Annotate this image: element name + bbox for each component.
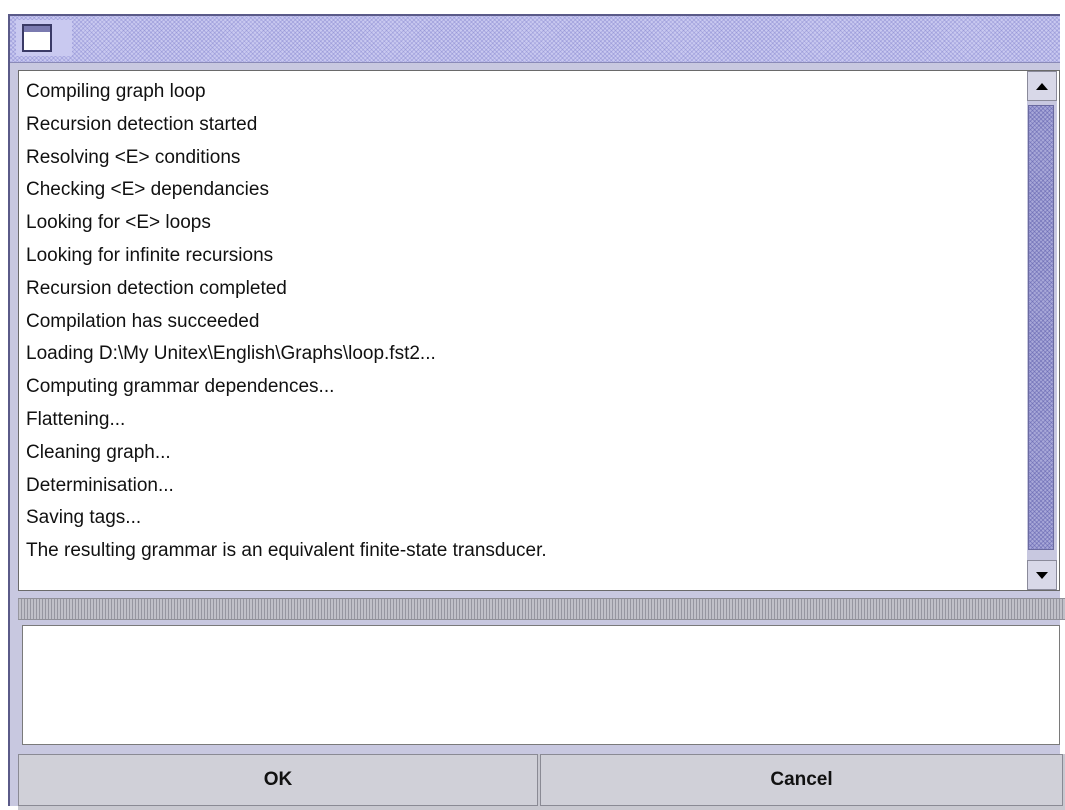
- log-line: Looking for <E> loops: [26, 212, 211, 234]
- arrow-down-icon: [1036, 571, 1048, 579]
- scroll-thumb[interactable]: [1028, 105, 1054, 550]
- split-pane-divider[interactable]: [18, 598, 1065, 620]
- log-line: Saving tags...: [26, 507, 142, 529]
- title-bar[interactable]: [10, 16, 1060, 63]
- log-line: Computing grammar dependences...: [26, 376, 335, 398]
- log-line: Recursion detection started: [26, 113, 258, 135]
- log-lines: Compiling graph loop Recursion detection …: [26, 80, 1016, 572]
- scroll-up-button[interactable]: [1027, 71, 1057, 101]
- app-frame: Compiling graph loop Recursion detection …: [0, 0, 1065, 810]
- log-line: Flattening...: [26, 408, 126, 430]
- input-text-area[interactable]: [22, 625, 1060, 745]
- scroll-down-button[interactable]: [1027, 560, 1057, 590]
- log-line: Compilation has succeeded: [26, 310, 260, 332]
- log-line: The resulting grammar is an equivalent f…: [26, 540, 547, 562]
- log-line: Looking for infinite recursions: [26, 244, 274, 266]
- cancel-button[interactable]: Cancel: [540, 754, 1063, 806]
- log-line: Recursion detection completed: [26, 277, 287, 299]
- button-bar: OK Cancel: [18, 754, 1065, 810]
- vertical-scrollbar[interactable]: [1027, 71, 1057, 590]
- window-icon[interactable]: [22, 24, 52, 52]
- log-line: Checking <E> dependancies: [26, 179, 269, 201]
- log-line: Loading D:\My Unitex\English\Graphs\loop…: [26, 343, 436, 365]
- log-line: Determinisation...: [26, 474, 174, 496]
- log-line: Resolving <E> conditions: [26, 146, 241, 168]
- ok-button[interactable]: OK: [18, 754, 538, 806]
- log-line: Compiling graph loop: [26, 81, 206, 102]
- arrow-up-icon: [1036, 82, 1048, 90]
- log-line: Cleaning graph...: [26, 441, 171, 463]
- log-text-area[interactable]: Compiling graph loop Recursion detection …: [18, 70, 1060, 591]
